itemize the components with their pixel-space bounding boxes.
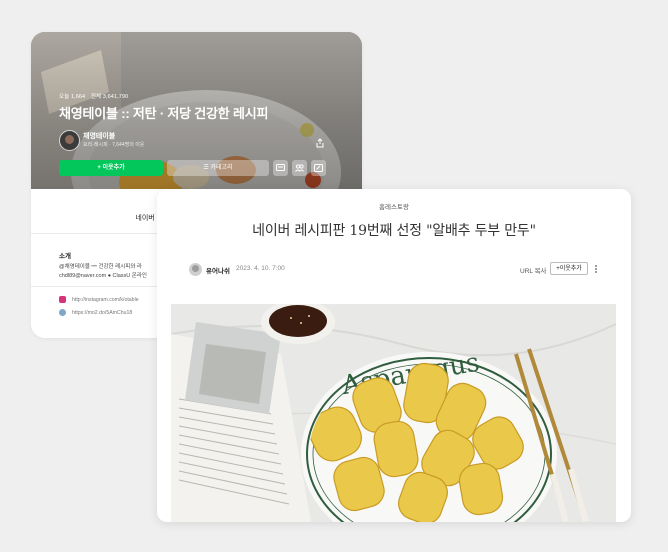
chat-icon (276, 164, 285, 171)
today-count: 오늘 1,664 (59, 94, 86, 100)
total-count: 전체 3,641,790 (90, 94, 129, 100)
write-button[interactable] (311, 160, 326, 176)
url-copy-button[interactable]: URL 복사 (520, 265, 547, 275)
add-neighbor-button[interactable]: +이웃추가 (550, 262, 588, 275)
blog-title[interactable]: 채영테이블 :: 저탄 · 저당 건강한 레시피 (59, 103, 268, 122)
category-button[interactable]: ☰ 카테고리 (167, 160, 269, 176)
post-date: 2023. 4. 10. 7:00 (236, 265, 285, 272)
blog-cover-image: 오늘 1,664 전체 3,641,790 채영테이블 :: 저탄 · 저당 건… (31, 32, 362, 189)
pencil-icon (314, 164, 323, 172)
add-neighbor-button[interactable]: + 이웃추가 (59, 160, 163, 176)
post-category[interactable]: 홈레스토랑 (157, 201, 631, 211)
visitor-stats: 오늘 1,664 전체 3,641,790 (59, 92, 132, 100)
globe-icon (59, 309, 66, 316)
link-text[interactable]: http://instagram.com/k/otable (72, 297, 139, 303)
people-icon (295, 164, 304, 172)
avatar[interactable] (189, 263, 202, 276)
instagram-icon (59, 296, 66, 303)
link-text[interactable]: https://mo2.do/5AmChu18 (72, 310, 132, 316)
more-icon[interactable] (593, 263, 599, 275)
avatar[interactable] (59, 130, 80, 151)
post-card: 홈레스토랑 네이버 레시피판 19번째 선정 "알배추 두부 만두" 유어나쉬 … (157, 189, 631, 522)
owner-name[interactable]: 채영테이블 (83, 131, 115, 141)
post-title: 네이버 레시피판 19번째 선정 "알배추 두부 만두" (252, 223, 536, 239)
profile-actions: + 이웃추가 ☰ 카테고리 (59, 160, 327, 176)
chat-button[interactable] (273, 160, 288, 176)
share-icon[interactable] (315, 138, 325, 148)
post-photo: Asparagus (171, 304, 616, 522)
owner-meta: 요리·레시피 · 7,644명의 이웃 (83, 142, 145, 148)
intro-title: 소개 (59, 253, 71, 260)
author-name[interactable]: 유어나쉬 (206, 265, 230, 275)
neighbors-button[interactable] (292, 160, 307, 176)
